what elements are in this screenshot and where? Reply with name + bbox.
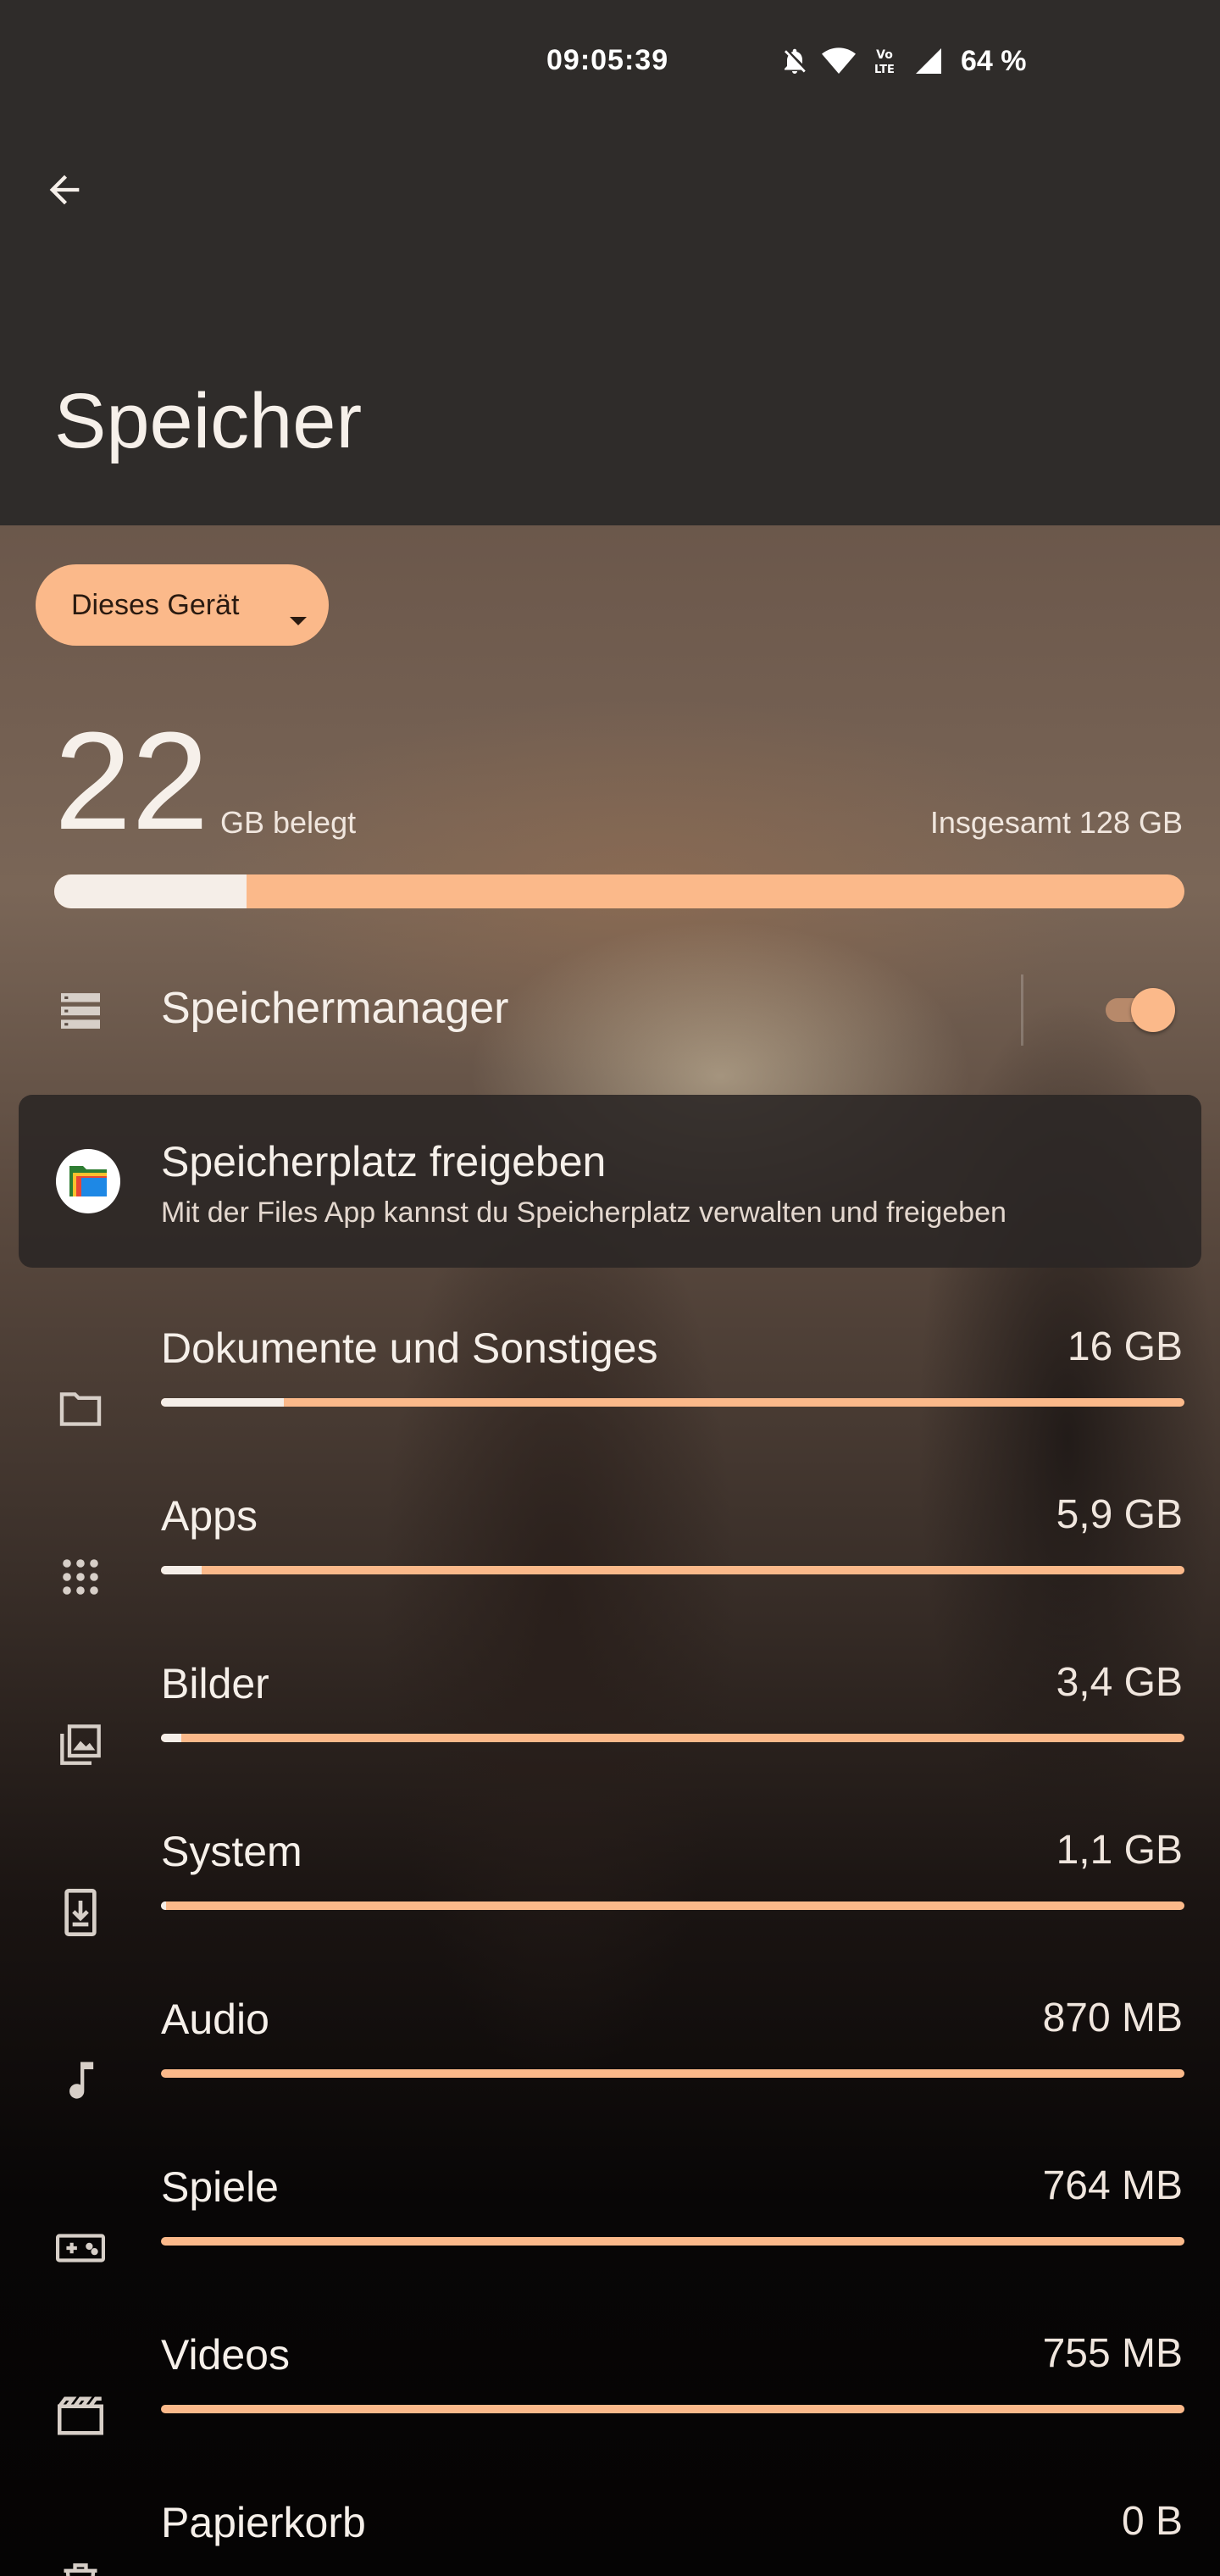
status-time: 09:05:39 [546, 44, 669, 76]
battery-percent: 64 % [961, 44, 1027, 77]
bell-off-icon [779, 46, 810, 76]
category-label: System [161, 1828, 302, 1875]
category-row-videos[interactable]: Videos 755 MB [0, 2317, 1220, 2484]
free-up-space-card[interactable]: Speicherplatz freigeben Mit der Files Ap… [19, 1095, 1201, 1268]
system-update-icon [54, 1886, 107, 1939]
category-label: Spiele [161, 2163, 279, 2211]
category-row-apps[interactable]: Apps 5,9 GB [0, 1478, 1220, 1646]
category-usage-fill [161, 1734, 182, 1742]
arrow-back-icon [42, 168, 86, 216]
category-usage-bar [161, 1398, 1184, 1407]
storage-manager-label[interactable]: Speichermanager [161, 983, 508, 1034]
music-note-icon [54, 2054, 107, 2107]
back-button[interactable] [34, 161, 95, 222]
category-label: Apps [161, 1492, 258, 1540]
apps-grid-icon [54, 1551, 107, 1603]
storage-usage-fill [54, 874, 247, 908]
free-up-space-title: Speicherplatz freigeben [161, 1138, 607, 1185]
svg-text:LTE: LTE [874, 64, 895, 76]
category-row-images[interactable]: Bilder 3,4 GB [0, 1646, 1220, 1813]
storage-usage-bar [54, 874, 1184, 908]
used-storage-value: 22 [54, 703, 209, 858]
category-row-documents[interactable]: Dokumente und Sonstiges 16 GB [0, 1310, 1220, 1478]
divider [1021, 974, 1023, 1046]
category-usage-fill [161, 1566, 202, 1574]
category-label: Dokumente und Sonstiges [161, 1324, 658, 1372]
category-label: Videos [161, 2331, 290, 2379]
storage-list-icon [54, 985, 107, 1037]
category-size: 5,9 GB [1056, 1492, 1183, 1537]
category-size: 764 MB [1042, 2163, 1183, 2208]
category-size: 0 B [1121, 2499, 1183, 2544]
svg-text:Vo: Vo [876, 48, 893, 62]
category-usage-bar [161, 1734, 1184, 1742]
wifi-icon [822, 46, 856, 76]
category-usage-bar [161, 2237, 1184, 2246]
page-title: Speicher [54, 378, 363, 464]
category-usage-bar [161, 2405, 1184, 2413]
category-row-trash[interactable]: Papierkorb 0 B [0, 2484, 1220, 2576]
caret-down-icon [288, 602, 308, 635]
images-icon [54, 1718, 107, 1771]
signal-icon [913, 46, 944, 76]
used-storage-unit: GB belegt [220, 805, 357, 840]
category-usage-fill [161, 1398, 284, 1407]
category-usage-bar [161, 1901, 1184, 1910]
free-up-space-subtitle: Mit der Files App kannst du Speicherplat… [161, 1196, 1006, 1229]
category-label: Audio [161, 1996, 269, 2043]
device-selector-dropdown[interactable]: Dieses Gerät [36, 564, 329, 646]
volte-icon: Vo LTE [868, 44, 901, 78]
category-usage-bar [161, 1566, 1184, 1574]
category-size: 16 GB [1067, 1324, 1183, 1369]
category-label: Papierkorb [161, 2499, 366, 2546]
category-size: 870 MB [1042, 1996, 1183, 2040]
category-label: Bilder [161, 1660, 269, 1707]
movie-icon [54, 2390, 107, 2442]
files-app-icon [56, 1149, 120, 1213]
category-row-system[interactable]: System 1,1 GB [0, 1813, 1220, 1981]
category-size: 3,4 GB [1056, 1660, 1183, 1705]
toggle-knob [1131, 988, 1175, 1032]
category-row-audio[interactable]: Audio 870 MB [0, 1981, 1220, 2149]
category-size: 1,1 GB [1056, 1828, 1183, 1873]
folder-icon [54, 1383, 107, 1435]
trash-icon [54, 2557, 107, 2576]
gamepad-icon [54, 2222, 107, 2274]
total-storage: Insgesamt 128 GB [929, 805, 1183, 840]
status-icons: Vo LTE 64 % [779, 42, 1027, 80]
category-size: 755 MB [1042, 2331, 1183, 2376]
storage-manager-toggle[interactable] [1106, 988, 1178, 1032]
category-usage-fill [161, 1901, 167, 1910]
device-selector-label: Dieses Gerät [71, 588, 240, 621]
category-row-games[interactable]: Spiele 764 MB [0, 2149, 1220, 2317]
category-usage-bar [161, 2069, 1184, 2078]
